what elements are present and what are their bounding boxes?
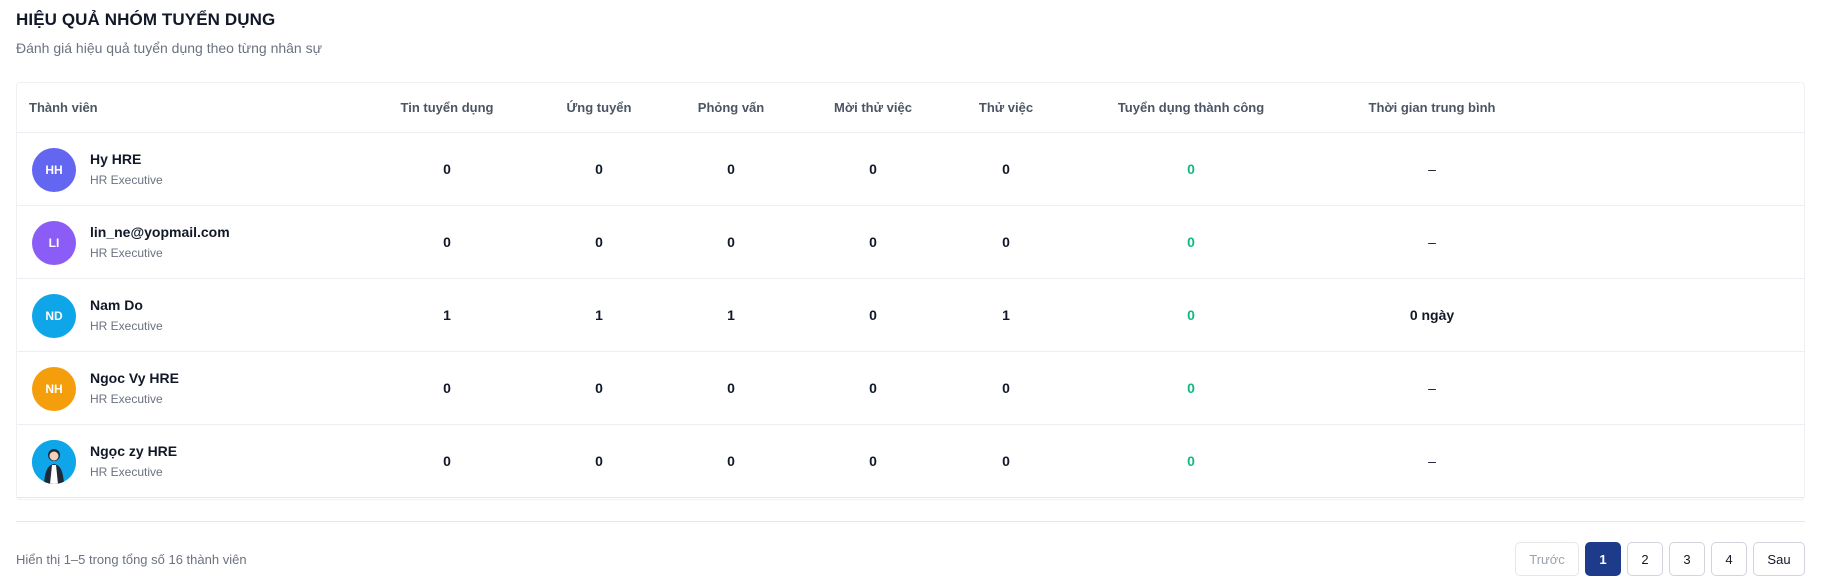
member-name: Hy HRE [90,151,142,167]
interview-count: 0 [727,234,735,250]
prev-page-button[interactable]: Trước [1515,542,1579,576]
invite-trial-count: 0 [869,380,877,396]
trial-count: 0 [1002,161,1010,177]
invite-trial-count: 0 [869,307,877,323]
column-header-member: Thành viên [29,100,98,115]
column-header-applied: Ứng tuyển [566,100,632,115]
column-header-interview: Phỏng vấn [697,100,765,115]
member-role: HR Executive [90,392,163,406]
interview-count: 0 [727,380,735,396]
avg-time: – [1428,380,1436,396]
page-button-1[interactable]: 1 [1585,542,1621,576]
avg-time: – [1428,234,1436,250]
jobs-count: 1 [443,307,451,323]
table-row[interactable]: LI lin_ne@yopmail.com HR Executive 0 0 0… [17,206,1804,279]
table-header: Thành viên Tin tuyển dụng Ứng tuyển Phỏn… [17,83,1804,133]
jobs-count: 0 [443,453,451,469]
column-header-hired: Tuyển dụng thành công [1117,100,1265,115]
avatar: NH [32,367,76,411]
applied-count: 1 [595,307,603,323]
member-role: HR Executive [90,319,163,333]
invite-trial-count: 0 [869,161,877,177]
hired-count: 0 [1187,161,1195,177]
avatar-photo [32,440,76,484]
jobs-count: 0 [443,234,451,250]
applied-count: 0 [595,234,603,250]
pagination-info: Hiển thị 1–5 trong tổng số 16 thành viên [16,552,247,567]
applied-count: 0 [595,380,603,396]
trial-count: 0 [1002,234,1010,250]
member-role: HR Executive [90,246,163,260]
trial-count: 0 [1002,380,1010,396]
column-header-trial: Thử việc [978,100,1034,115]
hired-count: 0 [1187,234,1195,250]
member-role: HR Executive [90,173,163,187]
table-row[interactable]: HH Hy HRE HR Executive 0 0 0 0 0 0 – [17,133,1804,206]
page-button-3[interactable]: 3 [1669,542,1705,576]
invite-trial-count: 0 [869,453,877,469]
next-page-button[interactable]: Sau [1753,542,1805,576]
avatar: HH [32,148,76,192]
hired-count: 0 [1187,380,1195,396]
pagination: Trước 1 2 3 4 Sau [1515,542,1805,576]
performance-table: Thành viên Tin tuyển dụng Ứng tuyển Phỏn… [16,82,1805,500]
column-header-invite-trial: Mời thử việc [834,100,912,115]
interview-count: 0 [727,161,735,177]
jobs-count: 0 [443,161,451,177]
member-name: Nam Do [90,297,143,313]
avatar: ND [32,294,76,338]
page-button-2[interactable]: 2 [1627,542,1663,576]
hired-count: 0 [1187,453,1195,469]
jobs-count: 0 [443,380,451,396]
person-photo-icon [32,440,76,484]
footer-divider [16,521,1805,522]
avg-time: – [1428,161,1436,177]
interview-count: 0 [727,453,735,469]
avg-time: 0 ngày [1409,307,1455,323]
interview-count: 1 [727,307,735,323]
column-header-avg-time: Thời gian trung bình [1368,100,1496,115]
page-subtitle: Đánh giá hiệu quả tuyển dụng theo từng n… [16,40,322,56]
page-title: HIỆU QUẢ NHÓM TUYỂN DỤNG [16,10,276,29]
member-name: lin_ne@yopmail.com [90,224,230,240]
avg-time: – [1428,453,1436,469]
invite-trial-count: 0 [869,234,877,250]
trial-count: 1 [1002,307,1010,323]
page-button-4[interactable]: 4 [1711,542,1747,576]
member-name: Ngọc zy HRE [90,443,178,459]
table-row[interactable]: Ngọc zy HRE HR Executive 0 0 0 0 0 0 – [17,425,1804,498]
applied-count: 0 [595,161,603,177]
page-header: HIỆU QUẢ NHÓM TUYỂN DỤNG Đánh giá hiệu q… [16,10,322,56]
trial-count: 0 [1002,453,1010,469]
table-row[interactable]: ND Nam Do HR Executive 1 1 1 0 1 0 0 ngà… [17,279,1804,352]
table-row[interactable]: NH Ngoc Vy HRE HR Executive 0 0 0 0 0 0 … [17,352,1804,425]
member-name: Ngoc Vy HRE [90,370,179,386]
hired-count: 0 [1187,307,1195,323]
avatar: LI [32,221,76,265]
column-header-jobs: Tin tuyển dụng [400,100,494,115]
applied-count: 0 [595,453,603,469]
member-role: HR Executive [90,465,163,479]
